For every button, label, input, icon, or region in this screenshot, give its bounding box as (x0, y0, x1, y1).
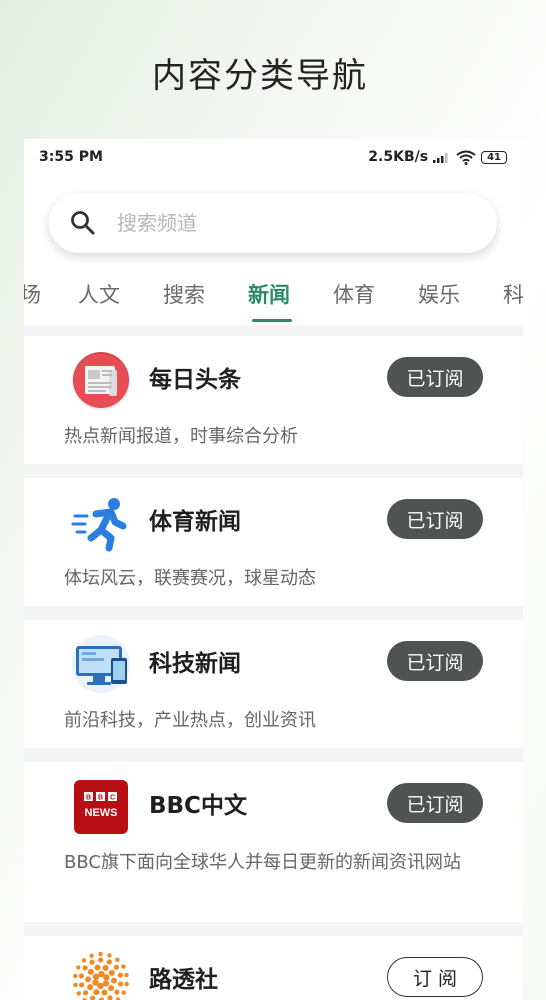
tab-partial-left[interactable]: 场 (24, 279, 41, 309)
status-right: 2.5KB/s 41 (368, 149, 507, 165)
search-bar[interactable] (49, 193, 497, 253)
newspaper-icon (72, 352, 130, 410)
search-icon (71, 211, 95, 235)
subscribed-button[interactable]: 已订阅 (387, 783, 483, 823)
channel-card[interactable]: 每日头条 热点新闻报道，时事综合分析 已订阅 (24, 336, 523, 464)
tab-partial-right[interactable]: 科 (503, 279, 523, 309)
tab-culture[interactable]: 人文 (78, 279, 120, 309)
channel-card[interactable]: 体育新闻 体坛风云，联赛赛况，球星动态 已订阅 (24, 478, 523, 606)
status-bar: 3:55 PM 2.5KB/s 41 (24, 139, 523, 175)
channel-title: BBC中文 (149, 793, 247, 819)
channel-desc: 前沿科技，产业热点，创业资讯 (64, 710, 316, 731)
signal-icon (433, 153, 448, 163)
channel-card[interactable]: 路透社 订 阅 (24, 936, 523, 1000)
runner-icon (71, 498, 127, 552)
tab-search[interactable]: 搜索 (163, 279, 205, 309)
channel-title: 路透社 (149, 967, 218, 993)
tab-entertainment[interactable]: 娱乐 (418, 279, 460, 309)
battery-icon: 41 (481, 150, 507, 164)
promo-title: 内容分类导航 (152, 56, 368, 96)
channel-card[interactable]: 科技新闻 前沿科技，产业热点，创业资讯 已订阅 (24, 620, 523, 748)
channel-desc: 体坛风云，联赛赛况，球星动态 (64, 568, 316, 589)
svg-text:C: C (110, 795, 115, 802)
subscribed-button[interactable]: 已订阅 (387, 357, 483, 397)
svg-text:B: B (98, 795, 103, 802)
category-tabs: 场 人文 搜索 新闻 体育 娱乐 科 (24, 279, 523, 325)
channel-title: 每日头条 (149, 367, 241, 393)
channel-title: 体育新闻 (149, 509, 241, 535)
subscribed-button[interactable]: 已订阅 (387, 641, 483, 681)
status-time: 3:55 PM (39, 149, 103, 165)
channel-card[interactable]: B B C NEWS BBC中文 BBC旗下面向全球华人并每日更新的新闻资讯网站… (24, 762, 523, 922)
subscribed-button[interactable]: 已订阅 (387, 499, 483, 539)
channel-title: 科技新闻 (149, 651, 241, 677)
phone-screen: 3:55 PM 2.5KB/s 41 场 人 (24, 139, 523, 1000)
devices-icon (72, 635, 130, 693)
svg-text:B: B (86, 795, 91, 802)
network-speed: 2.5KB/s (368, 149, 429, 165)
header: 场 人文 搜索 新闻 体育 娱乐 科 (24, 175, 523, 325)
bbc-news-logo: B B C NEWS (74, 780, 128, 834)
wifi-icon (456, 150, 476, 165)
channel-desc: 热点新闻报道，时事综合分析 (64, 426, 298, 447)
svg-text:NEWS: NEWS (85, 807, 118, 819)
subscribe-button[interactable]: 订 阅 (387, 957, 483, 997)
channel-desc: BBC旗下面向全球华人并每日更新的新闻资讯网站 (64, 852, 461, 873)
tab-news[interactable]: 新闻 (248, 279, 290, 309)
tab-sports[interactable]: 体育 (333, 279, 375, 309)
active-tab-indicator (252, 319, 292, 322)
reuters-logo (73, 951, 129, 1000)
search-input[interactable] (115, 210, 449, 236)
